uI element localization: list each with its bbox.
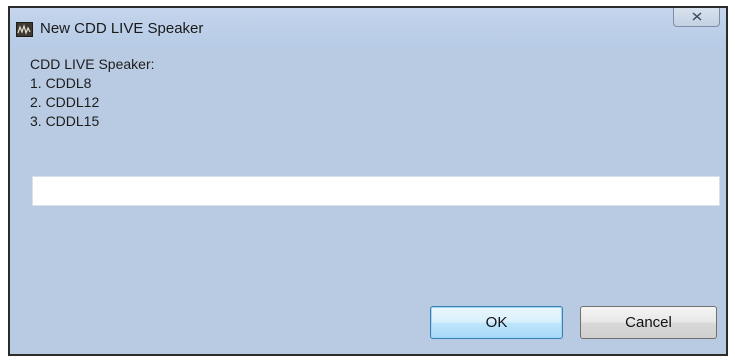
title-bar[interactable]: New CDD LIVE Speaker (10, 8, 726, 48)
window-title: New CDD LIVE Speaker (40, 20, 204, 37)
dialog-content: CDD LIVE Speaker: 1. CDDL8 2. CDDL12 3. … (10, 48, 726, 354)
cancel-button[interactable]: Cancel (580, 306, 717, 339)
ok-button[interactable]: OK (430, 306, 563, 339)
speaker-option: 1. CDDL8 (30, 75, 92, 91)
prompt-heading: CDD LIVE Speaker: (30, 56, 155, 72)
speaker-option: 2. CDDL12 (30, 94, 100, 110)
dialog-window: New CDD LIVE Speaker CDD LIVE Speaker: 1… (8, 6, 728, 356)
close-button[interactable] (673, 8, 720, 27)
app-icon (16, 22, 33, 37)
speaker-input[interactable] (32, 176, 720, 206)
prompt-message: CDD LIVE Speaker: 1. CDDL8 2. CDDL12 3. … (30, 55, 155, 131)
speaker-option: 3. CDDL15 (30, 113, 100, 129)
close-icon (692, 12, 702, 21)
